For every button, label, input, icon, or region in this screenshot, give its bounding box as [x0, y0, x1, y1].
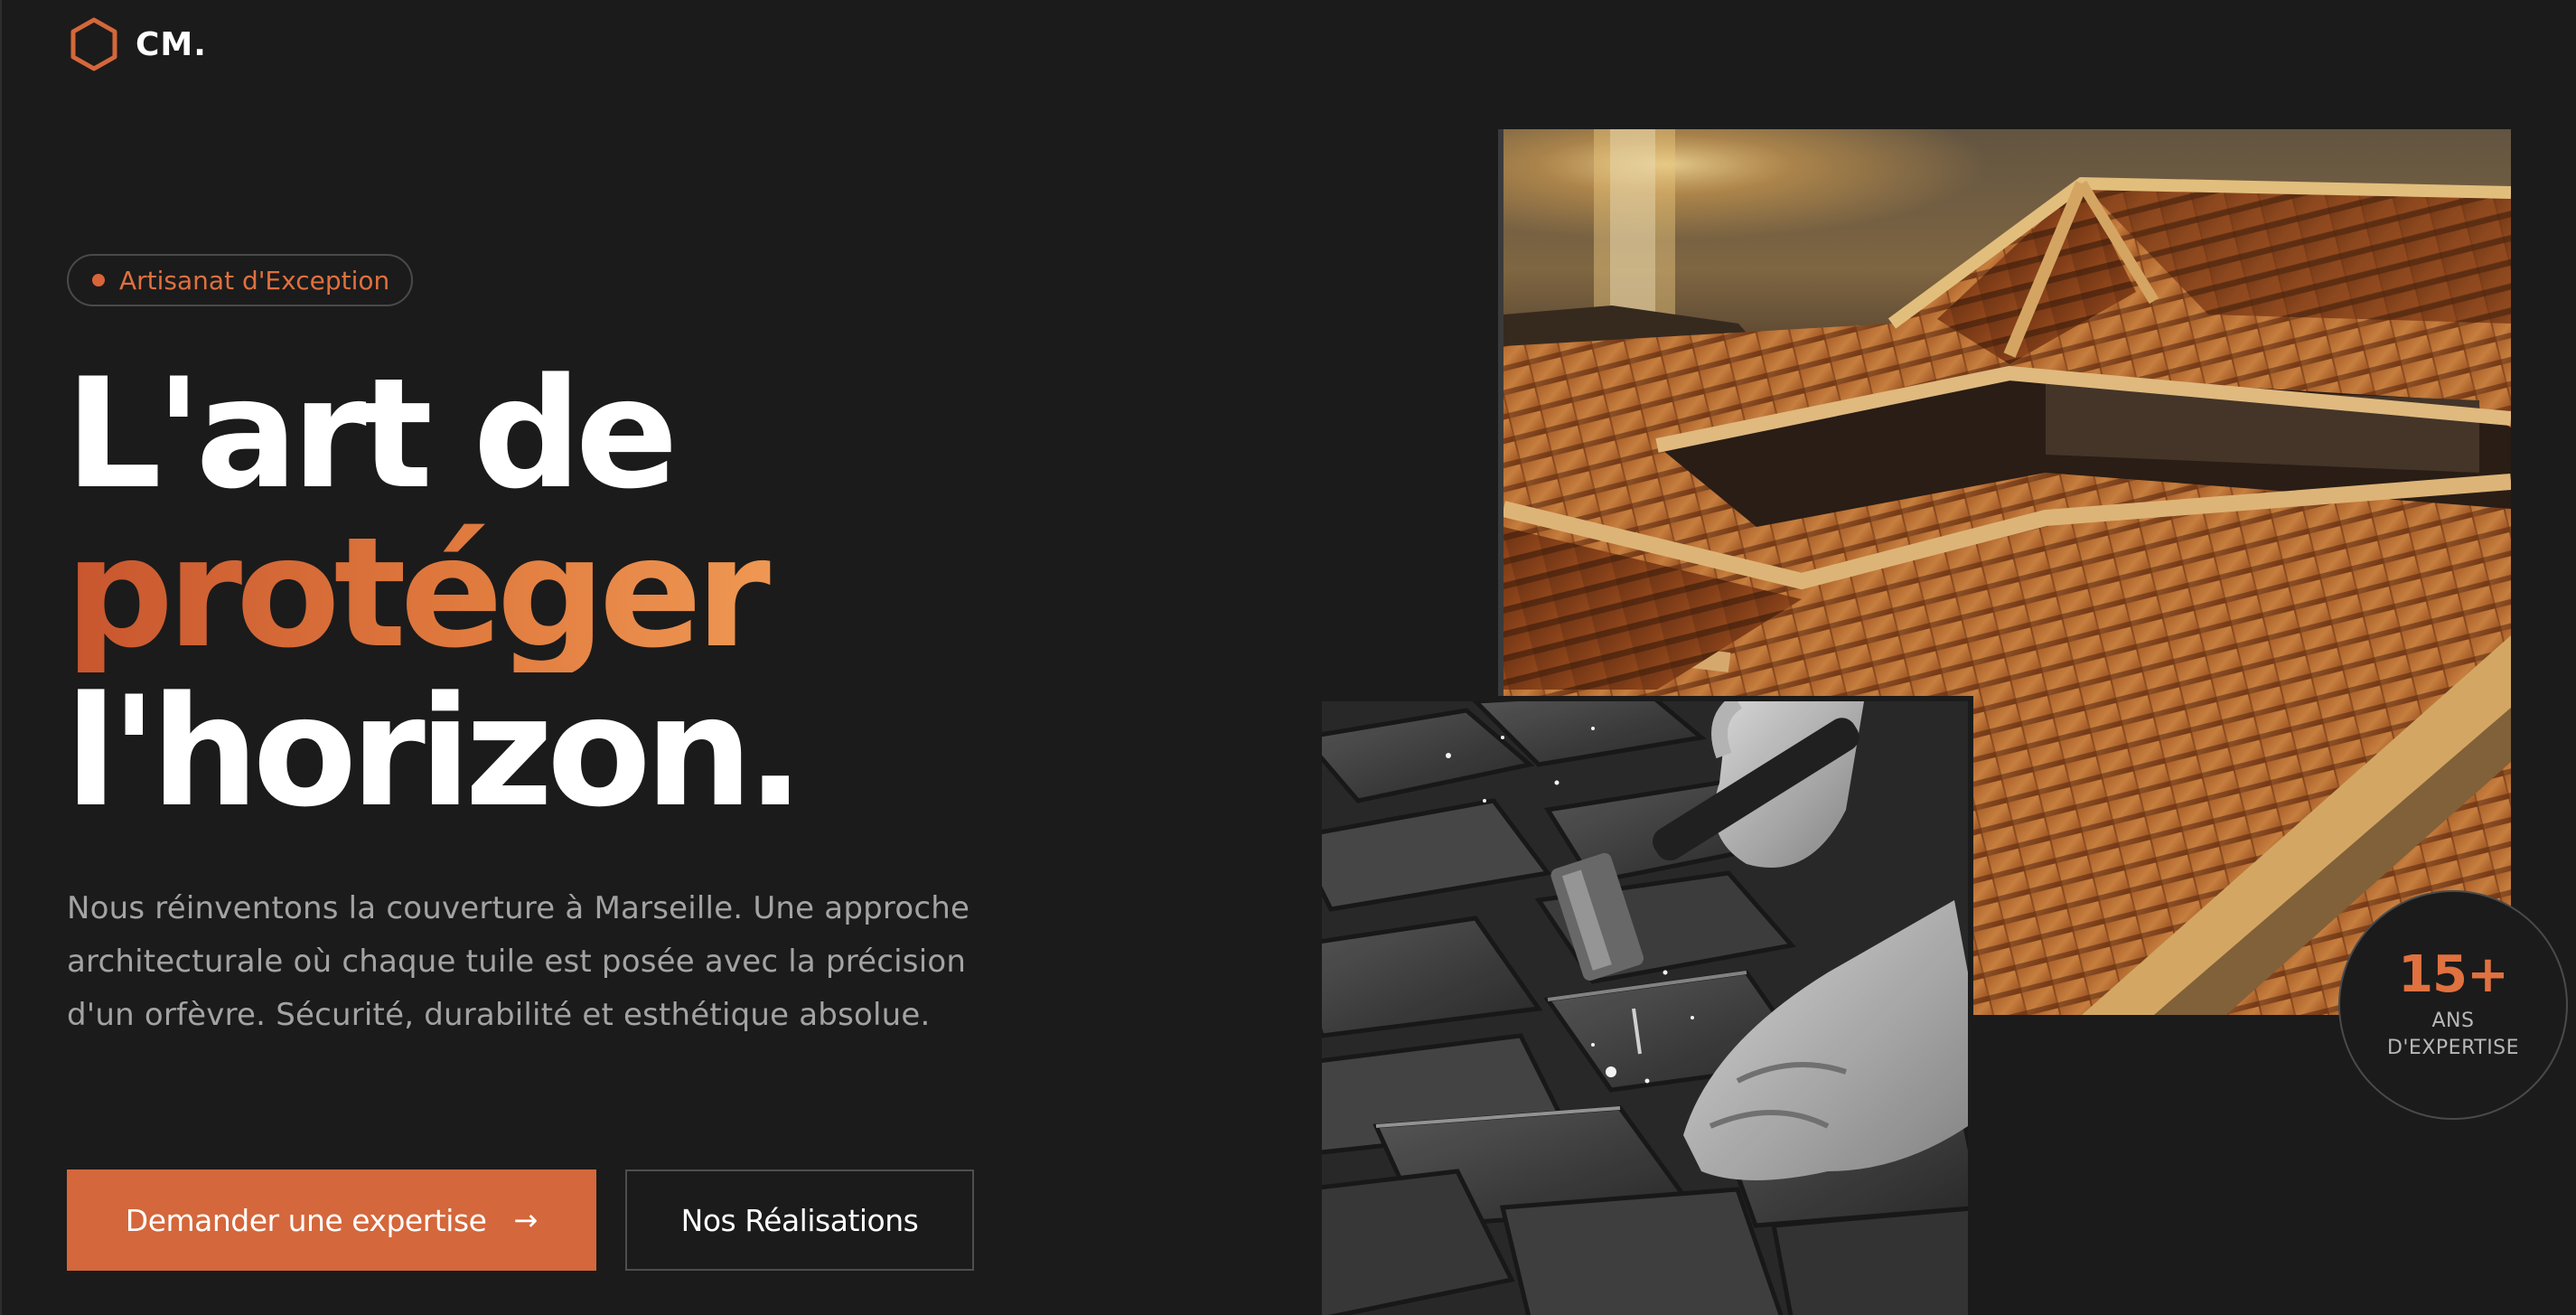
- our-work-button[interactable]: Nos Réalisations: [625, 1169, 974, 1271]
- arrow-right-icon: →: [513, 1203, 539, 1237]
- our-work-label: Nos Réalisations: [680, 1202, 919, 1238]
- headline-line-2-accent: protéger: [65, 513, 798, 672]
- brand-logo[interactable]: CM.: [69, 16, 207, 72]
- hexagon-icon: [69, 16, 119, 72]
- badge-label: Artisanat d'Exception: [119, 265, 390, 296]
- artisanat-badge: Artisanat d'Exception: [67, 254, 414, 306]
- request-expertise-label: Demander une expertise: [125, 1202, 487, 1238]
- badge-dot-icon: [92, 274, 105, 286]
- headline-line-3: l'horizon.: [65, 663, 804, 841]
- stat-value: 15+: [2398, 945, 2509, 1004]
- roofer-hammering-slate-photo: [1316, 696, 1973, 1315]
- experience-stat: 15+ ANS D'EXPERTISE: [2338, 890, 2568, 1120]
- stat-label-line-1: ANS: [2431, 1010, 2475, 1032]
- page: CM. Artisanat d'Exception L'art de proté…: [0, 0, 2576, 1315]
- hero-headline: L'art de protéger l'horizon.: [65, 345, 804, 841]
- brand-name: CM.: [136, 25, 207, 63]
- stat-label-line-2: D'EXPERTISE: [2386, 1037, 2520, 1059]
- hero-description: Nous réinventons la couverture à Marseil…: [67, 890, 970, 1033]
- request-expertise-button[interactable]: Demander une expertise →: [67, 1169, 596, 1271]
- headline-line-1: L'art de: [65, 345, 679, 522]
